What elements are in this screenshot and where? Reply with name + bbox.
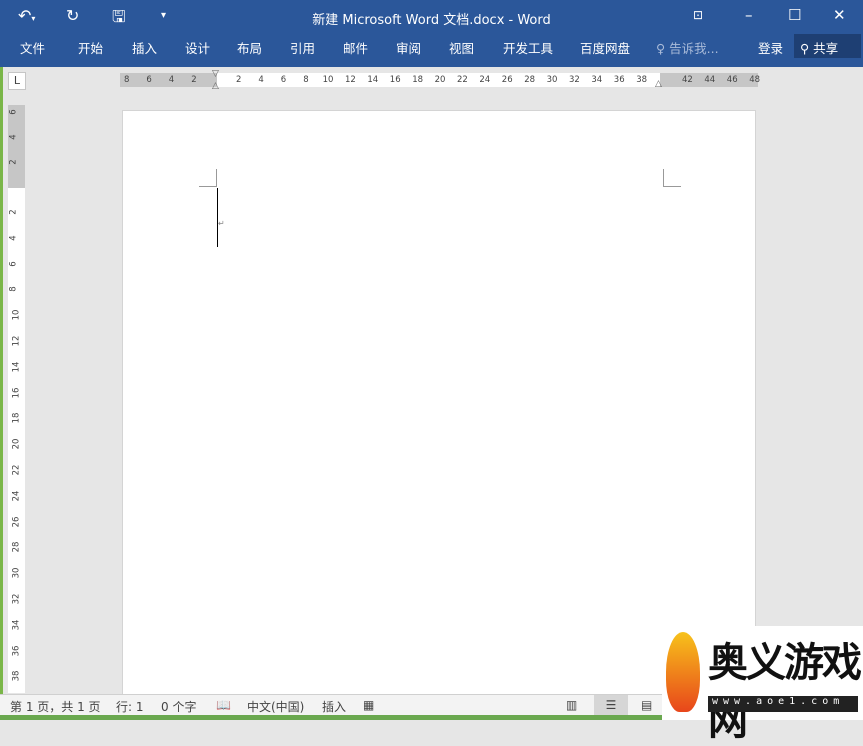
ruler-tick: 18 xyxy=(412,75,424,85)
left-indent-marker[interactable]: △ xyxy=(212,81,219,91)
ruler-tick: 34 xyxy=(11,619,22,631)
ruler-tick: 8 xyxy=(124,75,130,85)
ruler-tick: 4 xyxy=(258,75,264,85)
ruler-tick: 10 xyxy=(322,75,334,85)
ruler-tick: 6 xyxy=(280,75,287,85)
ruler-tick: 10 xyxy=(11,309,22,321)
ruler-tick: 6 xyxy=(8,260,19,267)
ribbon-tabs: 文件 开始 插入 设计 布局 引用 邮件 审阅 视图 开发工具 百度网盘 ♀ 告… xyxy=(0,33,863,67)
tab-insert[interactable]: 插入 xyxy=(132,38,157,57)
ruler-tick: 6 xyxy=(8,109,19,115)
ruler-tick: 26 xyxy=(501,75,513,85)
ruler-tick: 6 xyxy=(146,75,152,85)
ruler-tick: 2 xyxy=(8,209,19,215)
ruler-tick: 22 xyxy=(11,464,22,476)
page-count[interactable]: 第 1 页，共 1 页 xyxy=(10,698,101,715)
desktop-edge xyxy=(0,66,3,716)
ruler-tick: 42 xyxy=(682,75,693,85)
ruler-tick: 24 xyxy=(11,490,22,502)
ruler-tick: 28 xyxy=(11,541,22,553)
ruler-tick: 36 xyxy=(11,645,22,657)
tab-references[interactable]: 引用 xyxy=(290,38,315,57)
tab-layout[interactable]: 布局 xyxy=(237,38,262,57)
print-layout-icon[interactable]: ☰ xyxy=(594,695,628,715)
ruler-tick: 8 xyxy=(303,75,309,85)
margin-mark xyxy=(663,169,681,187)
text-cursor xyxy=(217,188,218,247)
ruler-tick: 24 xyxy=(479,75,491,85)
tab-selector[interactable]: L xyxy=(8,72,26,90)
login-link[interactable]: 登录 xyxy=(758,38,783,57)
tab-home[interactable]: 开始 xyxy=(78,38,103,57)
ruler-tick: 16 xyxy=(389,75,401,85)
ruler-tick: 4 xyxy=(8,134,19,140)
ruler-tick: 16 xyxy=(11,387,22,399)
maximize-icon[interactable]: ☐ xyxy=(788,6,801,24)
ruler-tick: 2 xyxy=(236,75,242,85)
ruler-tick: 18 xyxy=(11,412,22,424)
share-button[interactable]: ⚲ 共享 xyxy=(794,34,861,58)
ruler-tick: 28 xyxy=(524,75,536,85)
tab-design[interactable]: 设计 xyxy=(185,38,210,57)
ruler-tick: 32 xyxy=(11,593,22,605)
window-title: 新建 Microsoft Word 文档.docx - Word xyxy=(312,13,551,28)
ruler-tick: 26 xyxy=(11,516,22,528)
ruler-tick: 34 xyxy=(591,75,603,85)
margin-mark xyxy=(199,169,217,187)
vertical-ruler[interactable]: 6 4 2 2 4 6 8 10 12 14 16 18 20 22 24 26 28 30 32 34 36 38 xyxy=(8,105,25,693)
tab-file[interactable]: 文件 xyxy=(20,38,45,57)
ruler-tick: 38 xyxy=(636,75,648,85)
lightbulb-icon: ♀ xyxy=(656,41,666,56)
title-bar: ↶▾ ↻ 🖫 ▾ 新建 Microsoft Word 文档.docx - Wor… xyxy=(0,0,863,33)
ruler-tick: 44 xyxy=(704,75,716,85)
ruler-tick: 30 xyxy=(11,567,22,579)
ruler-tick: 46 xyxy=(726,75,738,85)
ruler-tick: 38 xyxy=(11,670,22,682)
paragraph-mark: ↵ xyxy=(218,219,225,228)
web-layout-icon[interactable]: ▤ xyxy=(641,698,652,712)
ruler-tick: 12 xyxy=(345,75,356,85)
ruler-tick: 30 xyxy=(546,75,558,85)
ruler-tick: 4 xyxy=(8,235,19,241)
tab-review[interactable]: 审阅 xyxy=(396,38,421,57)
insert-mode[interactable]: 插入 xyxy=(322,698,346,715)
minimize-icon[interactable]: – xyxy=(745,6,753,24)
person-icon: ⚲ xyxy=(800,41,810,56)
horizontal-ruler[interactable]: ▽ △ △ 8 6 4 2 2 4 6 8 10 12 14 16 18 20 22 24 26 28 30 32 34… xyxy=(120,69,761,91)
ruler-tick: 8 xyxy=(8,286,19,293)
first-line-indent-marker[interactable]: ▽ xyxy=(212,69,219,79)
watermark-logo: 奥义游戏网 www.aoe1.com xyxy=(662,626,863,744)
ruler-tick: 22 xyxy=(457,75,468,85)
ruler-tick: 14 xyxy=(11,361,22,373)
phoenix-icon xyxy=(666,632,700,712)
ruler-tick: 20 xyxy=(11,438,22,450)
ruler-tick: 4 xyxy=(168,75,175,85)
read-mode-icon[interactable]: ▥ xyxy=(566,698,577,712)
tab-baidu[interactable]: 百度网盘 xyxy=(580,38,630,57)
ruler-tick: 2 xyxy=(191,75,197,85)
tell-me-label: 告诉我... xyxy=(669,41,719,56)
language[interactable]: 中文(中国) xyxy=(247,698,304,715)
ruler-tick: 12 xyxy=(11,335,22,347)
tab-view[interactable]: 视图 xyxy=(449,38,474,57)
ruler-tick: 14 xyxy=(367,75,379,85)
tab-mailings[interactable]: 邮件 xyxy=(343,38,368,57)
ruler-tick: 20 xyxy=(434,75,446,85)
line-number: 行: 1 xyxy=(116,700,144,714)
tell-me-search[interactable]: ♀ 告诉我... xyxy=(656,38,719,57)
close-icon[interactable]: ✕ xyxy=(833,6,846,24)
ruler-tick: 36 xyxy=(613,75,625,85)
ruler-tick: 2 xyxy=(8,159,19,165)
ribbon-display-icon[interactable]: ⊡ xyxy=(693,8,703,22)
share-label: 共享 xyxy=(813,41,839,56)
macro-icon[interactable]: ▦ xyxy=(363,698,374,712)
proofing-icon[interactable]: 📖 xyxy=(216,698,231,712)
ruler-tick: 48 xyxy=(749,75,761,85)
tab-developer[interactable]: 开发工具 xyxy=(503,38,553,57)
ruler-tick: 32 xyxy=(569,75,580,85)
word-count[interactable]: 0 个字 xyxy=(161,698,196,715)
right-indent-marker[interactable]: △ xyxy=(655,79,662,89)
